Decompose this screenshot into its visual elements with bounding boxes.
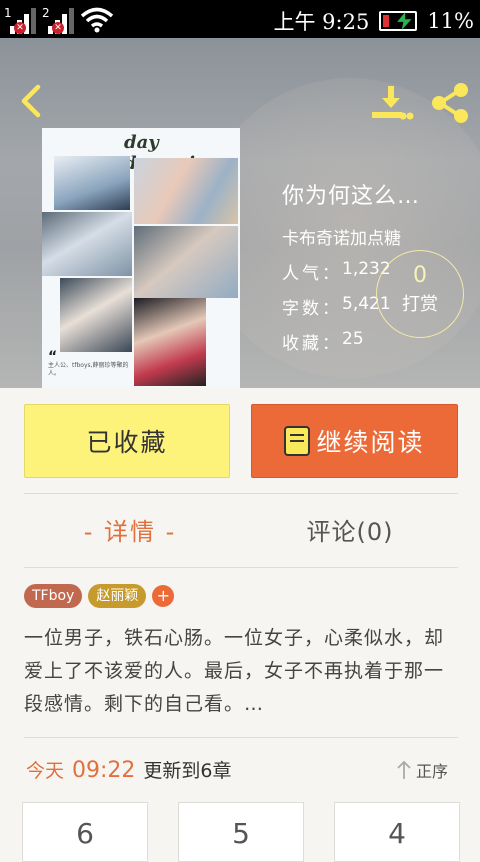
cover-photo bbox=[134, 298, 206, 386]
sort-order-button[interactable]: 正序 bbox=[396, 758, 448, 782]
back-icon[interactable] bbox=[14, 84, 48, 118]
tab-comments[interactable]: 评论(0) bbox=[260, 512, 440, 547]
cover-photo bbox=[42, 212, 132, 276]
tab-detail[interactable]: - 详情 - bbox=[40, 512, 220, 547]
tip-count: 0 bbox=[413, 263, 427, 288]
cover-photo bbox=[60, 278, 132, 352]
chapter-button[interactable]: 6 bbox=[22, 802, 148, 862]
update-time: 09:22 bbox=[72, 758, 136, 783]
divider bbox=[24, 737, 458, 738]
sort-order-label: 正序 bbox=[416, 762, 449, 781]
collected-label: 已收藏 bbox=[86, 428, 168, 457]
update-info: 今天 09:22 更新到6章 bbox=[26, 756, 232, 783]
battery-percent: 11% bbox=[427, 9, 474, 33]
share-icon[interactable] bbox=[430, 82, 470, 124]
chapter-button[interactable]: 4 bbox=[334, 802, 460, 862]
tag-tfboy[interactable]: TFboy bbox=[24, 584, 83, 608]
cover-photo bbox=[134, 226, 238, 298]
book-author[interactable]: 卡布奇诺加点糖 bbox=[282, 224, 420, 249]
wifi-icon bbox=[80, 7, 114, 33]
cover-photo bbox=[134, 158, 238, 224]
update-text: 更新到6章 bbox=[143, 760, 232, 782]
continue-reading-label: 继续阅读 bbox=[316, 428, 425, 457]
chapter-button[interactable]: 5 bbox=[178, 802, 304, 862]
cover-quote: “主人公、tfboys,薛丽珍等聚的人。 bbox=[48, 349, 129, 377]
book-cover[interactable]: day dreaming “主人公、tfboys,薛丽珍等聚的人。 bbox=[42, 128, 240, 388]
signal-sim2-icon: 2 ✕ bbox=[42, 6, 74, 34]
divider bbox=[24, 493, 458, 494]
battery-icon bbox=[379, 11, 418, 31]
arrow-up-icon bbox=[397, 760, 411, 779]
tip-label: 打赏 bbox=[402, 294, 438, 315]
book-icon bbox=[284, 426, 311, 456]
tip-button[interactable]: 0 打赏 bbox=[376, 250, 464, 338]
clock: 上午 9:25 bbox=[273, 10, 370, 34]
signal-sim1-icon: 1 ✕ bbox=[4, 6, 36, 34]
tag-list: TFboy 赵丽颖 + bbox=[24, 584, 175, 608]
continue-reading-button[interactable]: 继续阅读 bbox=[251, 404, 458, 478]
tag-zhao-liying[interactable]: 赵丽颖 bbox=[88, 584, 147, 608]
download-icon[interactable] bbox=[370, 84, 414, 124]
status-bar: 1 ✕ 2 ✕ 上午 9:25 11% bbox=[0, 0, 480, 38]
update-day: 今天 bbox=[26, 760, 65, 782]
book-header: day dreaming “主人公、tfboys,薛丽珍等聚的人。 你为何这么…… bbox=[0, 38, 480, 388]
cover-photo bbox=[54, 156, 130, 210]
synopsis[interactable]: 一位男子，铁石心肠。一位女子，心柔似水，却爱上了不该爱的人。最后，女子不再执着于… bbox=[24, 622, 460, 721]
book-title: 你为何这么… bbox=[282, 184, 421, 209]
add-tag-button[interactable]: + bbox=[152, 585, 175, 607]
divider bbox=[24, 567, 458, 568]
collected-button[interactable]: 已收藏 bbox=[24, 404, 230, 478]
